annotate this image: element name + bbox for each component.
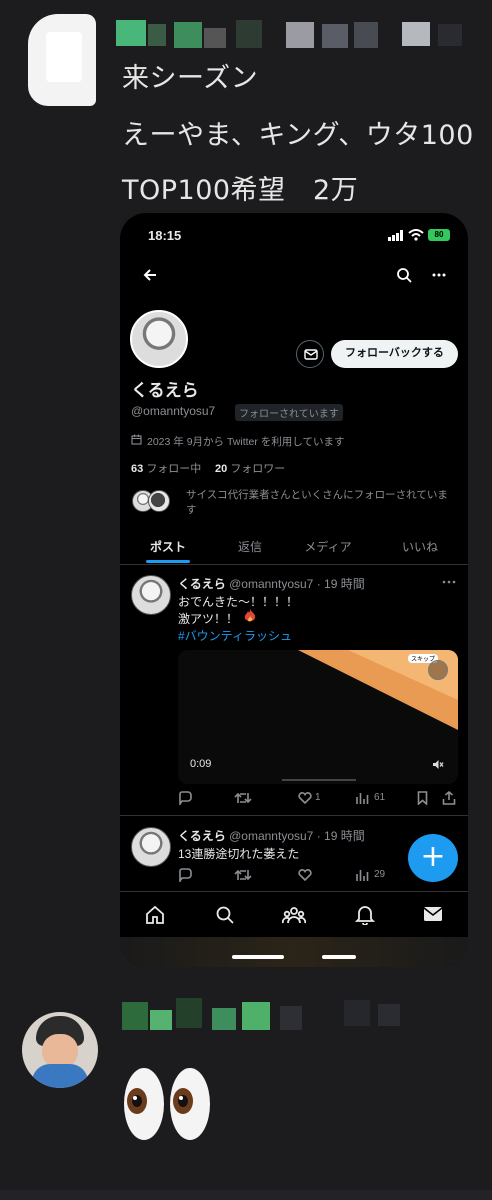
profile-avatar[interactable] bbox=[130, 310, 188, 368]
post-text-line-2: 激アツ！！ bbox=[178, 612, 239, 626]
reply-icon[interactable] bbox=[178, 791, 192, 805]
followers-count: 20 bbox=[215, 463, 228, 475]
search-icon[interactable] bbox=[396, 267, 412, 283]
heart-icon[interactable] bbox=[298, 792, 312, 804]
repost-icon[interactable] bbox=[234, 869, 252, 881]
battery-indicator: 80 bbox=[428, 229, 450, 241]
post-header: くるえら @omanntyosu7 · 19 時間 bbox=[178, 575, 365, 592]
search-icon[interactable] bbox=[215, 905, 235, 925]
reply-icon[interactable] bbox=[178, 868, 192, 882]
view-count: 29 bbox=[374, 869, 386, 880]
wifi-icon bbox=[408, 229, 424, 241]
following-count: 63 bbox=[131, 463, 144, 475]
tab-likes[interactable]: いいね bbox=[382, 538, 458, 555]
tab-replies[interactable]: 返信 bbox=[212, 538, 288, 555]
following-label: フォロー中 bbox=[146, 463, 202, 475]
comment-line-2: えーやま、キング、ウタ100 bbox=[122, 120, 474, 151]
eyes-emoji bbox=[124, 1068, 212, 1140]
post-author-name: くるえら bbox=[178, 577, 226, 591]
message-icon bbox=[304, 349, 318, 360]
post-divider bbox=[120, 815, 468, 816]
follow-back-button[interactable]: フォローバックする bbox=[331, 340, 458, 368]
followed-by-text: サイスコ代行業者さんといくさんにフォローされています bbox=[186, 489, 448, 516]
home-icon[interactable] bbox=[145, 905, 165, 925]
post-author-name: くるえら bbox=[178, 829, 226, 843]
communities-icon[interactable] bbox=[282, 905, 306, 925]
message-button[interactable] bbox=[296, 340, 324, 368]
home-indicator-left bbox=[232, 955, 284, 959]
post-text-line-1: 13連勝途切れた萎えた bbox=[178, 847, 300, 861]
commenter-name-mosaic bbox=[112, 18, 462, 52]
follows-you-badge: フォローされています bbox=[235, 404, 343, 421]
active-tab-indicator bbox=[146, 560, 190, 563]
like-count: 1 bbox=[315, 792, 321, 803]
envelope-icon[interactable] bbox=[423, 906, 443, 922]
tabs-divider bbox=[120, 564, 468, 565]
profile-display-name: くるえら bbox=[131, 381, 199, 400]
post-avatar[interactable] bbox=[131, 827, 171, 867]
commenter-avatar-blurred bbox=[28, 14, 96, 106]
post-hashtag[interactable]: #バウンティラッシュ bbox=[178, 627, 292, 644]
heart-icon[interactable] bbox=[298, 869, 312, 881]
bell-icon[interactable] bbox=[355, 904, 375, 925]
view-count: 61 bbox=[374, 792, 386, 803]
repost-icon[interactable] bbox=[234, 792, 252, 804]
post-author-handle: @omanntyosu7 bbox=[229, 577, 314, 591]
followers-label: フォロワー bbox=[230, 463, 286, 475]
post-video[interactable]: スキップ 0:09 bbox=[178, 650, 458, 784]
post-author-handle: @omanntyosu7 bbox=[229, 829, 314, 843]
commenter-name-mosaic bbox=[116, 994, 436, 1036]
post-more-icon[interactable] bbox=[442, 580, 456, 584]
tab-posts[interactable]: ポスト bbox=[130, 538, 206, 555]
calendar-icon bbox=[131, 434, 142, 445]
post-avatar[interactable] bbox=[131, 575, 171, 615]
bookmark-icon[interactable] bbox=[417, 791, 428, 805]
embedded-phone-screenshot: 18:15 80 フォローバックする くるえら @omanntyosu7 フォロ… bbox=[120, 213, 468, 967]
followers-stat[interactable]: 20 フォロワー bbox=[215, 460, 285, 476]
home-indicator-right bbox=[322, 955, 356, 959]
post-header: くるえら @omanntyosu7 · 19 時間 bbox=[178, 827, 365, 844]
views-icon[interactable] bbox=[356, 792, 369, 804]
bottom-edge bbox=[0, 1190, 492, 1200]
video-progress-bar bbox=[282, 779, 356, 781]
video-frame bbox=[298, 650, 458, 730]
video-timestamp: 0:09 bbox=[190, 758, 212, 770]
video-overlay-icon bbox=[428, 660, 448, 680]
comment-line-3: TOP100希望 2万 bbox=[122, 175, 359, 206]
back-arrow-icon[interactable] bbox=[142, 267, 158, 283]
commenter-avatar[interactable] bbox=[22, 1012, 98, 1088]
signal-icon bbox=[388, 230, 403, 241]
mute-icon[interactable] bbox=[432, 759, 444, 770]
profile-handle: @omanntyosu7 bbox=[131, 404, 216, 418]
compose-fab[interactable]: + bbox=[408, 834, 458, 882]
post-text-line-1: おでんきた〜！！！！ bbox=[178, 595, 299, 609]
more-icon[interactable] bbox=[432, 273, 446, 277]
fire-icon bbox=[244, 609, 256, 622]
follower-avatar-2 bbox=[148, 490, 170, 512]
joined-date: 2023 年 9月から Twitter を利用しています bbox=[147, 436, 345, 448]
share-icon[interactable] bbox=[442, 791, 456, 805]
avatar-shirt bbox=[32, 1064, 88, 1088]
avatar-face bbox=[42, 1034, 78, 1068]
status-time: 18:15 bbox=[148, 228, 182, 243]
post-time: · 19 時間 bbox=[316, 577, 365, 591]
comment-line-1: 来シーズン bbox=[122, 63, 259, 94]
post-time: · 19 時間 bbox=[316, 829, 365, 843]
following-stat[interactable]: 63 フォロー中 bbox=[131, 460, 201, 476]
tab-media[interactable]: メディア bbox=[290, 538, 366, 555]
views-icon[interactable] bbox=[356, 869, 369, 881]
nav-divider bbox=[120, 891, 468, 892]
blurred-backdrop bbox=[120, 937, 468, 967]
